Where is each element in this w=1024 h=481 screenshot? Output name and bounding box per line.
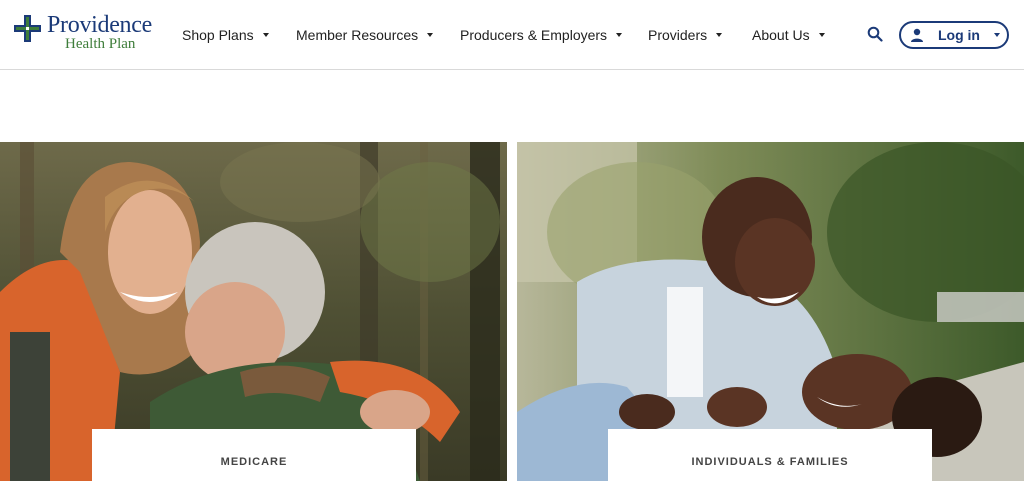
site-header: Providence Health Plan Shop Plans Member… — [0, 0, 1024, 70]
card-individuals-families[interactable]: INDIVIDUALS & FAMILIES — [517, 142, 1024, 481]
nav-label: Member Resources — [296, 27, 419, 43]
caret-down-icon — [262, 33, 269, 37]
user-icon — [911, 28, 923, 42]
brand-name: Providence — [47, 12, 152, 38]
nav-producers-employers[interactable]: Producers & Employers — [460, 26, 623, 44]
nav-label: Providers — [648, 27, 708, 43]
caret-down-icon — [716, 33, 723, 37]
providence-logo[interactable]: Providence Health Plan — [14, 12, 152, 52]
card-medicare[interactable]: MEDICARE — [0, 142, 507, 481]
nav-member-resources[interactable]: Member Resources — [296, 26, 434, 44]
brand-sub: Health Plan — [65, 36, 136, 52]
card-label: MEDICARE — [220, 456, 288, 468]
nav-label: Shop Plans — [182, 27, 254, 43]
caret-down-icon — [427, 33, 434, 37]
nav-providers[interactable]: Providers — [648, 26, 723, 44]
nav-label: About Us — [752, 27, 810, 43]
login-button[interactable]: Log in — [899, 21, 1009, 49]
caret-down-icon — [818, 33, 825, 37]
caret-down-icon — [994, 33, 1000, 37]
cross-logo-icon — [14, 15, 41, 42]
nav-label: Producers & Employers — [460, 27, 608, 43]
caret-down-icon — [616, 33, 623, 37]
search-icon[interactable] — [867, 26, 883, 42]
nav-shop-plans[interactable]: Shop Plans — [182, 26, 269, 44]
nav-about-us[interactable]: About Us — [752, 26, 825, 44]
login-label: Log in — [938, 27, 980, 43]
card-label-box: INDIVIDUALS & FAMILIES — [608, 429, 932, 481]
card-label: INDIVIDUALS & FAMILIES — [691, 456, 849, 468]
card-label-box: MEDICARE — [92, 429, 416, 481]
